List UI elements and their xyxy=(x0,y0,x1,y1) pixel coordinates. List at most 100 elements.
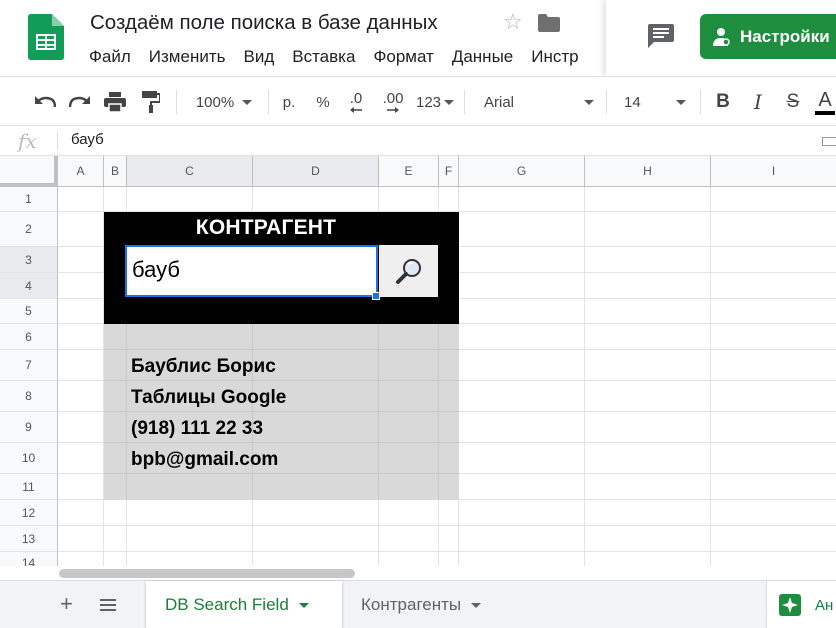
menu-format[interactable]: Формат xyxy=(364,46,442,68)
toolbar-divider xyxy=(268,90,269,114)
select-all-corner[interactable] xyxy=(0,156,58,187)
strikethrough-label: S xyxy=(786,91,800,112)
sheet-tab-label: DB Search Field xyxy=(165,595,289,614)
row-header-14[interactable]: 14 xyxy=(0,552,58,566)
menu-insert[interactable]: Вставка xyxy=(283,46,364,68)
bold-label: B xyxy=(716,91,730,112)
text-color-swatch xyxy=(815,110,835,115)
row-header-7[interactable]: 7 xyxy=(0,350,58,381)
row-header-5[interactable]: 5 xyxy=(0,299,58,324)
undo-button[interactable] xyxy=(32,77,58,127)
zoom-select[interactable]: 100% xyxy=(188,77,260,127)
toolbar-divider xyxy=(176,90,177,114)
column-header-i[interactable]: I xyxy=(711,156,836,187)
column-header-f[interactable]: F xyxy=(439,156,459,187)
font-family-select[interactable]: Arial xyxy=(478,77,600,127)
font-size-value: 14 xyxy=(624,93,641,111)
currency-format-button[interactable]: р. xyxy=(276,77,302,127)
expand-formula-icon[interactable] xyxy=(822,137,836,146)
menu-file[interactable]: Файл xyxy=(80,46,140,68)
toolbar-divider xyxy=(606,90,607,114)
row-header-3[interactable]: 3 xyxy=(0,247,58,273)
settings-button[interactable]: Настройки xyxy=(700,14,836,59)
column-header-c[interactable]: C xyxy=(127,156,253,187)
app-header: Создаём поле поиска в базе данных ☆ Файл… xyxy=(0,0,836,76)
search-input-cell[interactable]: бауб xyxy=(125,245,378,297)
percent-label: % xyxy=(316,93,330,111)
more-formats-label: 123 xyxy=(415,93,442,111)
menu-tools[interactable]: Инстр xyxy=(522,46,587,68)
add-sheet-button[interactable]: + xyxy=(60,593,73,615)
percent-format-button[interactable]: % xyxy=(310,77,336,127)
font-family-value: Arial xyxy=(484,93,515,111)
chevron-down-icon[interactable] xyxy=(298,602,309,608)
row-header-6[interactable]: 6 xyxy=(0,324,58,350)
gridline xyxy=(710,187,711,566)
arrow-right-icon xyxy=(387,107,399,113)
row-header-8[interactable]: 8 xyxy=(0,381,58,412)
settings-button-label: Настройки xyxy=(740,26,830,46)
result-company[interactable]: Таблицы Google xyxy=(131,387,286,409)
row-header-13[interactable]: 13 xyxy=(0,526,58,552)
result-name[interactable]: Баублис Борис xyxy=(131,356,276,378)
more-formats-button[interactable]: 123 xyxy=(414,77,456,127)
row-header-12[interactable]: 12 xyxy=(0,500,58,526)
font-size-select[interactable]: 14 xyxy=(618,77,692,127)
row-header-11[interactable]: 11 xyxy=(0,474,58,500)
zoom-value: 100% xyxy=(195,93,235,111)
decrease-decimals-label: .0 xyxy=(349,90,363,107)
result-email[interactable]: bpb@gmail.com xyxy=(131,449,278,471)
explore-button[interactable]: Ан xyxy=(766,581,836,628)
spreadsheet-grid[interactable]: A B C D E F G H I 1 2 3 4 5 6 7 8 9 10 1… xyxy=(0,156,836,566)
column-header-b[interactable]: B xyxy=(104,156,127,187)
folder-icon[interactable] xyxy=(538,14,560,32)
column-header-h[interactable]: H xyxy=(585,156,711,187)
menu-view[interactable]: Вид xyxy=(234,46,283,68)
menu-edit[interactable]: Изменить xyxy=(140,46,235,68)
sheets-logo-icon[interactable] xyxy=(28,14,64,60)
horizontal-scrollbar[interactable] xyxy=(59,569,355,578)
redo-button[interactable] xyxy=(67,77,93,127)
column-header-e[interactable]: E xyxy=(379,156,439,187)
text-color-button[interactable]: A xyxy=(814,77,836,127)
row-header-2[interactable]: 2 xyxy=(0,212,58,247)
italic-label: I xyxy=(754,90,762,114)
all-sheets-icon[interactable] xyxy=(100,599,116,611)
formula-input[interactable]: бауб xyxy=(71,131,104,148)
increase-decimals-button[interactable]: .00 xyxy=(376,77,410,127)
gridline xyxy=(58,551,836,552)
row-header-4[interactable]: 4 xyxy=(0,273,58,299)
chevron-down-icon[interactable] xyxy=(471,602,482,608)
italic-button[interactable]: I xyxy=(745,77,771,127)
column-header-g[interactable]: G xyxy=(459,156,585,187)
column-header-d[interactable]: D xyxy=(253,156,379,187)
chevron-down-icon xyxy=(584,99,594,105)
result-phone[interactable]: (918) 111 22 33 xyxy=(131,418,263,440)
paint-format-button[interactable] xyxy=(138,77,164,127)
row-header-9[interactable]: 9 xyxy=(0,412,58,443)
print-button[interactable] xyxy=(102,77,128,127)
currency-label: р. xyxy=(282,93,296,111)
toolbar-divider xyxy=(700,90,701,114)
search-button[interactable] xyxy=(379,245,438,297)
decrease-decimals-button[interactable]: .0 xyxy=(342,77,370,127)
gridline xyxy=(584,187,585,566)
sheet-tab-kontragenty[interactable]: Контрагенты xyxy=(342,581,512,628)
row-header-1[interactable]: 1 xyxy=(0,187,58,212)
gridline xyxy=(104,442,459,443)
magnifier-icon xyxy=(395,259,421,284)
paint-format-icon xyxy=(142,91,160,113)
column-header-a[interactable]: A xyxy=(58,156,104,187)
row-header-10[interactable]: 10 xyxy=(0,443,58,474)
bold-button[interactable]: B xyxy=(710,77,736,127)
gridline xyxy=(104,411,459,412)
menu-data[interactable]: Данные xyxy=(443,46,522,68)
menu-bar: Файл Изменить Вид Вставка Формат Данные … xyxy=(80,46,607,68)
star-icon[interactable]: ☆ xyxy=(503,9,523,35)
strikethrough-button[interactable]: S xyxy=(780,77,806,127)
sheet-tab-db-search-field[interactable]: DB Search Field xyxy=(146,581,342,628)
document-title[interactable]: Создаём поле поиска в базе данных xyxy=(90,11,438,35)
formula-divider xyxy=(57,132,58,150)
header-actions: Настройки xyxy=(606,0,836,76)
comment-icon[interactable] xyxy=(648,24,674,48)
